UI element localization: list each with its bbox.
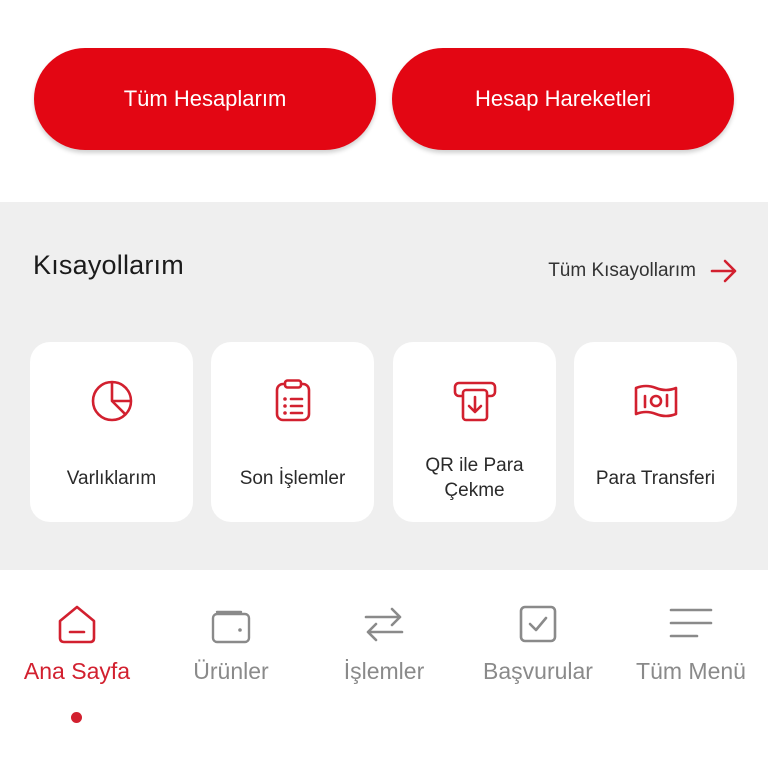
nav-item-label: İşlemler xyxy=(343,658,425,684)
wallet-icon xyxy=(211,610,251,644)
nav-item-label: Başvurular xyxy=(483,658,593,684)
shortcut-label: Son İşlemler xyxy=(239,467,346,489)
nav-item-all-menu[interactable]: Tüm Menü xyxy=(614,598,768,728)
shortcut-label: Para Transferi xyxy=(595,467,716,489)
menu-icon xyxy=(669,608,713,638)
shortcut-label: Varlıklarım xyxy=(66,467,157,489)
shortcut-card-recent-transactions[interactable]: Son İşlemler xyxy=(211,342,374,522)
clipboard-list-icon xyxy=(275,379,310,422)
home-icon xyxy=(58,605,96,644)
atm-withdraw-icon xyxy=(453,381,496,422)
all-shortcuts-label: Tüm Kısayollarım xyxy=(548,260,696,281)
shortcut-card-qr-withdraw[interactable]: QR ile Para Çekme xyxy=(393,342,556,522)
active-indicator-dot xyxy=(71,712,82,723)
nav-item-label: Ana Sayfa xyxy=(23,658,131,684)
shortcut-card-money-transfer[interactable]: Para Transferi xyxy=(574,342,737,522)
nav-item-transactions[interactable]: İşlemler xyxy=(307,598,461,728)
quick-actions-bar: Tüm Hesaplarım Hesap Hareketleri xyxy=(0,0,768,202)
all-shortcuts-link[interactable]: Tüm Kısayollarım xyxy=(548,258,738,284)
banknote-icon xyxy=(634,384,677,418)
shortcuts-title: Kısayollarım xyxy=(33,250,184,280)
account-transactions-button[interactable]: Hesap Hareketleri xyxy=(392,48,734,150)
shortcuts-section: Kısayollarım Tüm Kısayollarım Varlıkları… xyxy=(0,202,768,570)
transfer-arrows-icon xyxy=(364,607,404,642)
checkbox-icon xyxy=(519,605,557,643)
arrow-right-icon xyxy=(710,259,737,283)
shortcut-card-assets[interactable]: Varlıklarım xyxy=(30,342,193,522)
shortcut-label: QR ile Para Çekme xyxy=(425,455,524,501)
all-accounts-button[interactable]: Tüm Hesaplarım xyxy=(34,48,376,150)
nav-item-label: Tüm Menü xyxy=(636,658,746,684)
nav-item-label: Ürünler xyxy=(193,658,269,684)
bottom-navigation: Ana Sayfa Ürünler İşlemler Başvurular Tü… xyxy=(0,570,768,768)
pie-chart-icon xyxy=(91,380,132,422)
nav-item-home[interactable]: Ana Sayfa xyxy=(0,598,154,728)
nav-item-applications[interactable]: Başvurular xyxy=(461,598,615,728)
nav-item-products[interactable]: Ürünler xyxy=(154,598,308,728)
